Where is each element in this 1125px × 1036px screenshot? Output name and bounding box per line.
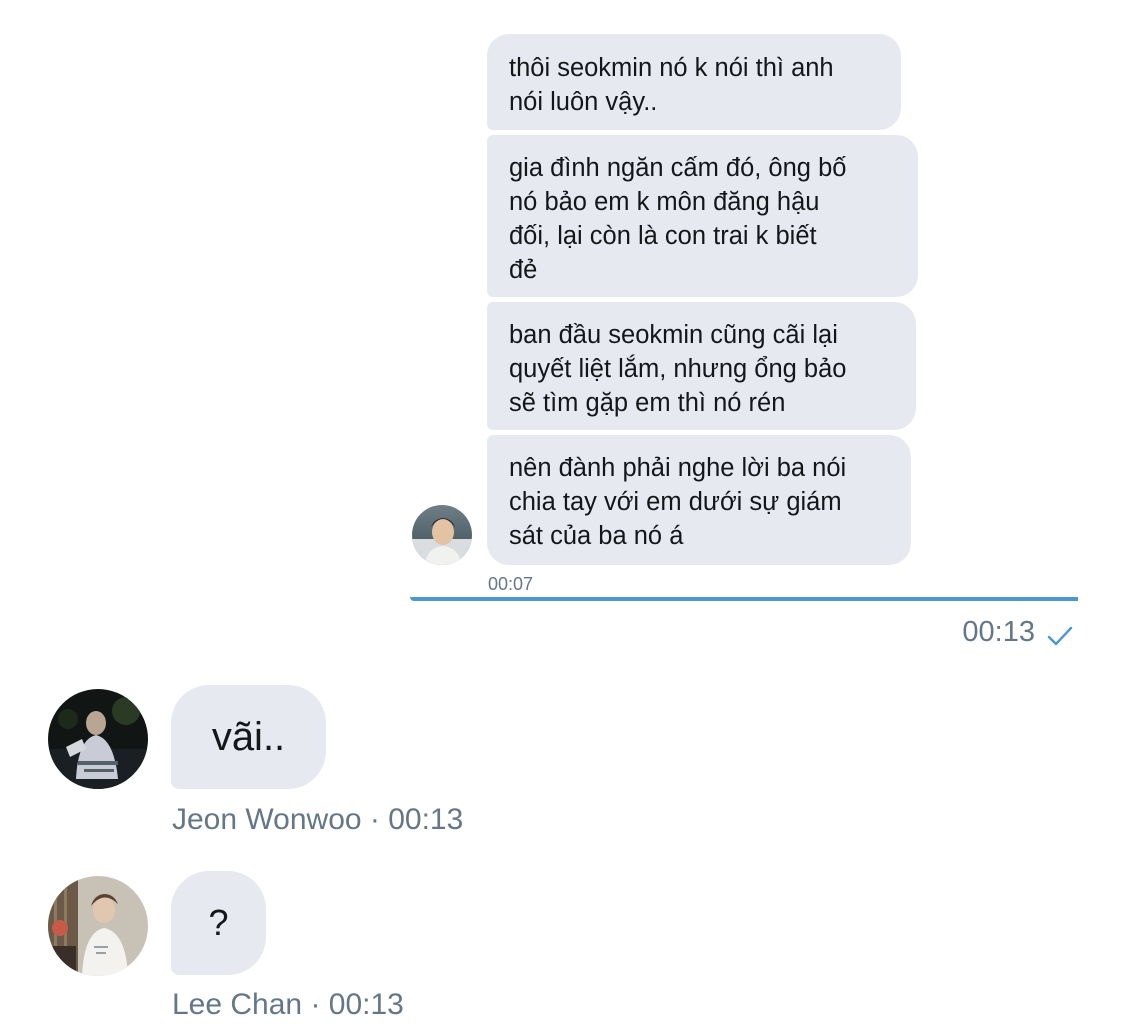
message-line: đối, lại còn là con trai k biết [509,222,817,250]
sent-status: 00:13 [962,616,1073,649]
message-line: gia đình ngăn cấm đó, ông bố [509,154,847,182]
message-line: nói luôn vậy.. [509,88,658,116]
quote-accent-line [410,597,1078,601]
quoted-conversation[interactable]: thôi seokmin nó k nói thì anh nói luôn v… [410,0,1078,604]
quoted-message-bubble: ban đầu seokmin cũng cãi lại quyết liệt … [487,302,916,430]
avatar[interactable] [412,505,472,565]
message-line: quyết liệt lắm, nhưng ổng bảo [509,355,847,383]
message-line: sẽ tìm gặp em thì nó rén [509,389,786,417]
message-text: ? [208,902,229,943]
avatar-photo [48,689,148,789]
avatar[interactable] [48,876,148,976]
message-text: vãi.. [211,714,286,759]
message-line: đẻ [509,256,538,284]
check-icon [1047,622,1073,645]
quoted-message-bubble: gia đình ngăn cấm đó, ông bố nó bảo em k… [487,135,918,297]
avatar[interactable] [48,689,148,789]
quoted-message-bubble: nên đành phải nghe lời ba nói chia tay v… [487,435,911,565]
sent-time: 00:13 [962,616,1035,648]
message-line: thôi seokmin nó k nói thì anh [509,54,834,82]
message-line: ban đầu seokmin cũng cãi lại [509,321,838,349]
message-line: nó bảo em k môn đăng hậu [509,188,820,216]
message-bubble[interactable]: ? [171,871,266,975]
message-time: 00:07 [488,574,534,594]
message-line: nên đành phải nghe lời ba nói [509,454,847,482]
message-meta: Jeon Wonwoo · 00:13 [172,803,464,836]
message-bubble[interactable]: vãi.. [171,685,326,789]
avatar-photo [48,876,148,976]
message-line: chia tay với em dưới sự giám [509,488,842,516]
quoted-message-bubble: thôi seokmin nó k nói thì anh nói luôn v… [487,34,901,130]
message-meta: Lee Chan · 00:13 [172,988,404,1021]
message-line: sát của ba nó á [509,522,684,550]
avatar-photo [412,505,472,565]
